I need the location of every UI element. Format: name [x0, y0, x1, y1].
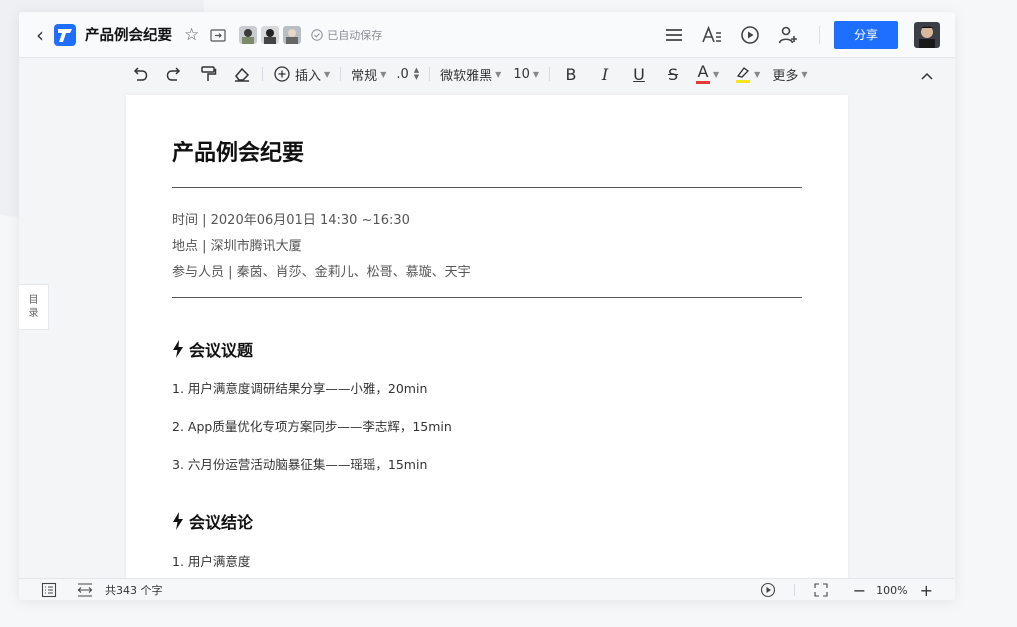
highlight-button[interactable]: ▼: [735, 62, 760, 86]
caret-down-icon: ▼: [380, 69, 387, 79]
italic-button[interactable]: I: [594, 62, 616, 86]
caret-down-icon: ▼: [754, 69, 761, 79]
caret-down-icon: ▼: [324, 69, 331, 79]
title-bar: ‹ 产品例会纪要 ☆ 已自动保存 分享: [19, 12, 955, 58]
divider: [340, 67, 342, 81]
add-collaborator-icon[interactable]: [777, 24, 799, 46]
outline-view-icon[interactable]: [41, 582, 57, 598]
font-family-select[interactable]: 微软雅黑 ▼: [440, 62, 501, 86]
save-status: 已自动保存: [311, 27, 382, 43]
font-color-button[interactable]: A ▼: [696, 62, 719, 86]
avatar[interactable]: [283, 25, 302, 44]
divider: [549, 67, 551, 81]
divider-line: [172, 297, 802, 298]
line-spacing-stepper[interactable]: .0 ▲ ▼: [396, 62, 419, 86]
zoom-in-button[interactable]: +: [920, 581, 933, 600]
lightning-icon: [173, 512, 183, 530]
section-heading: 会议议题: [172, 337, 253, 361]
divider: [793, 584, 795, 596]
list-item: 1. 用户满意度: [172, 554, 251, 569]
fullscreen-icon[interactable]: [813, 582, 829, 598]
collapse-toolbar-icon[interactable]: [917, 64, 937, 88]
caret-down-icon: ▼: [532, 69, 540, 79]
divider: [262, 67, 263, 81]
play-icon[interactable]: [760, 582, 776, 598]
divider: [429, 67, 431, 81]
undo-icon[interactable]: [130, 62, 150, 86]
insert-button[interactable]: 插入 ▼: [273, 62, 330, 86]
back-chevron-icon[interactable]: ‹: [29, 23, 51, 47]
bold-button[interactable]: B: [560, 62, 582, 86]
document-page[interactable]: 产品例会纪要 时间 | 2020年06月01日 14:30 ~16:30 地点 …: [126, 95, 848, 579]
list-item: 1. 用户满意度调研结果分享——小雅，20min: [172, 381, 428, 396]
meta-attendees: 参与人员 | 秦茵、肖莎、金莉儿、松哥、慕璇、天宇: [172, 265, 471, 280]
paragraph-style-select[interactable]: 常规 ▼: [351, 62, 386, 86]
stepper-arrows-icon: ▲ ▼: [413, 66, 420, 81]
user-avatar[interactable]: [914, 21, 940, 48]
strikethrough-button[interactable]: S: [662, 62, 684, 86]
collaborator-avatars: [239, 25, 305, 44]
table-of-contents-tab[interactable]: 目 录: [19, 284, 49, 330]
format-painter-icon[interactable]: [198, 62, 218, 86]
doc-heading: 产品例会纪要: [172, 141, 305, 166]
text-style-icon[interactable]: [701, 24, 723, 46]
more-button[interactable]: 更多 ▼: [772, 62, 807, 86]
document-title[interactable]: 产品例会纪要: [85, 24, 172, 45]
caret-down-icon: ▼: [713, 69, 720, 79]
redo-icon[interactable]: [164, 62, 184, 86]
plus-circle-icon: [274, 66, 290, 82]
menu-icon[interactable]: [663, 24, 685, 46]
move-to-folder-icon[interactable]: [209, 26, 227, 44]
page-width-icon[interactable]: [77, 582, 93, 598]
highlighter-icon: [737, 67, 750, 78]
format-toolbar: 插入 ▼ 常规 ▼ .0 ▲ ▼ 微软雅黑 ▼ 10 ▼ B I U S A ▼ ▼ 更多 ▼: [19, 58, 955, 90]
status-bar: 共343 个字 − 100% +: [19, 578, 955, 600]
zoom-out-button[interactable]: −: [853, 581, 866, 600]
divider: [819, 25, 820, 44]
underline-button[interactable]: U: [628, 62, 650, 86]
zoom-level: 100%: [876, 583, 908, 597]
highlight-color-bar: [736, 80, 751, 83]
meta-time: 时间 | 2020年06月01日 14:30 ~16:30: [172, 213, 410, 228]
app-logo-icon: [54, 23, 76, 46]
lightning-icon: [173, 340, 183, 358]
editor-window: ‹ 产品例会纪要 ☆ 已自动保存 分享 插入 ▼ 常规 ▼ .0 ▲ ▼ 微软雅…: [19, 12, 955, 600]
star-icon[interactable]: ☆: [184, 25, 199, 45]
font-size-select[interactable]: 10 ▼: [513, 62, 539, 86]
share-button[interactable]: 分享: [834, 20, 898, 49]
list-item: 3. 六月份运营活动脑暴征集——瑶瑶，15min: [172, 457, 428, 472]
caret-down-icon: ▼: [801, 69, 808, 79]
meta-location: 地点 | 深圳市腾讯大厦: [172, 239, 302, 254]
present-play-icon[interactable]: [739, 24, 761, 46]
avatar[interactable]: [239, 25, 258, 44]
check-circle-icon: [311, 28, 323, 41]
word-count: 共343 个字: [105, 584, 163, 597]
avatar[interactable]: [261, 25, 280, 44]
section-heading: 会议结论: [172, 509, 253, 533]
divider-line: [172, 187, 802, 188]
eraser-icon[interactable]: [232, 62, 252, 86]
caret-down-icon: ▼: [495, 69, 502, 79]
list-item: 2. App质量优化专项方案同步——李志辉，15min: [172, 419, 452, 434]
font-color-bar: [696, 81, 711, 84]
